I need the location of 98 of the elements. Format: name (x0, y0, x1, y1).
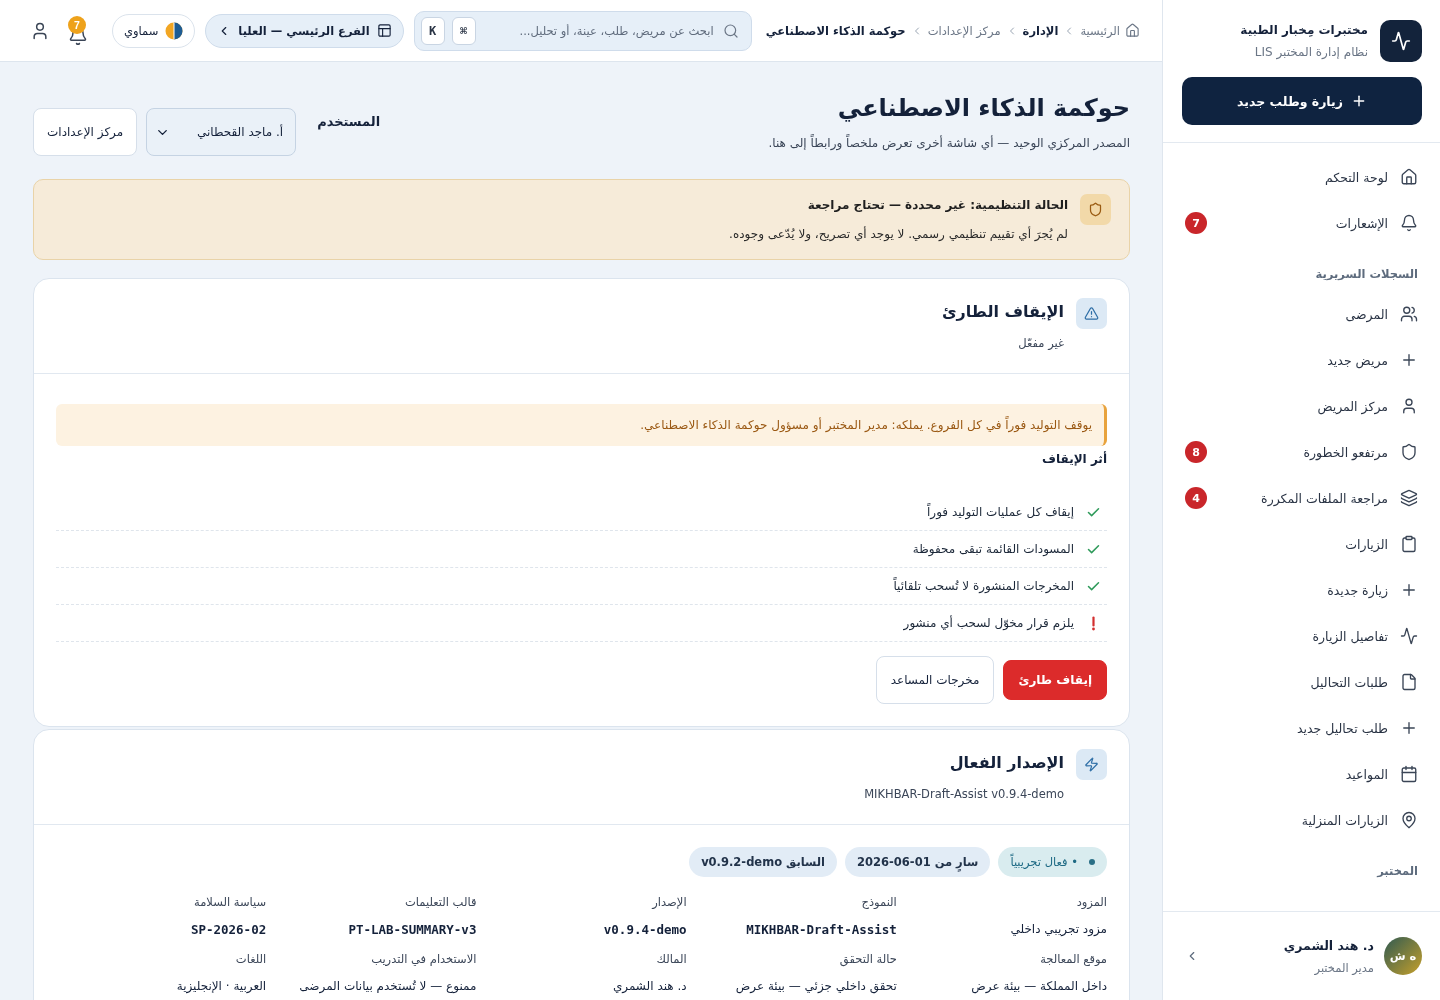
shield-icon (1080, 194, 1111, 225)
user-select[interactable]: أ. ماجد القحطاني (146, 108, 297, 156)
pulse-icon (1400, 627, 1418, 645)
count-badge: 4 (1185, 487, 1207, 509)
brand-subtitle: نظام إدارة المختبر LIS (1253, 45, 1368, 59)
card-subtitle: MIKHBAR-Draft-Assist v0.9.4-demo (864, 787, 1064, 801)
nav-link[interactable]: المواعيد (1163, 751, 1440, 797)
emergency-stop-button[interactable]: إيقاف طارئ (1003, 660, 1107, 700)
field-label: النموذج (861, 895, 897, 909)
field-value: v0.9.4-demo (603, 922, 687, 937)
nav-link[interactable]: زيارة جديدة (1163, 567, 1440, 613)
effect-text: المسودات القائمة تبقى محفوظة (912, 542, 1074, 556)
nav-link[interactable]: مريض جديد (1163, 337, 1440, 383)
field-label: الاستخدام في التدريب (371, 952, 477, 966)
breadcrumb-link[interactable]: مركز الإعدادات (927, 23, 1001, 38)
info-tag: سارٍ من 01-06-2026 (845, 847, 991, 877)
nav-link[interactable]: الزيارات المنزلية (1163, 797, 1440, 843)
field-value: داخل المملكة — بيئة عرض (971, 979, 1107, 993)
layout-icon (376, 23, 392, 38)
assistant-outputs-button[interactable]: مخرجات المساعد (875, 656, 995, 704)
field-label: المزود (1076, 895, 1107, 909)
alert-title: الحالة التنظيمية: غير محددة — تحتاج مراجعة (806, 198, 1068, 212)
pulse-logo-icon (1380, 20, 1422, 62)
nav-link[interactable]: الزيارات (1163, 521, 1440, 567)
field-value: مزود تجريبي داخلي (1010, 922, 1107, 936)
field-value: ممنوع — لا تُستخدم بيانات المرضى (299, 979, 477, 993)
notification-badge: 7 (68, 15, 86, 34)
field-value: د. هند الشمري (612, 979, 687, 993)
nav-link[interactable]: طلب تحاليل جديد (1163, 705, 1440, 751)
home-icon (1125, 23, 1140, 38)
lightning-icon (1076, 749, 1107, 780)
page-subtitle: المصدر المركزي الوحيد — أي شاشة أخرى تعرض ملخصاً ورابطاً إلى هنا. (768, 136, 1130, 150)
nav-link[interactable]: تفاصيل الزيارة (1163, 613, 1440, 659)
file-icon (1400, 673, 1418, 691)
home-icon (1400, 168, 1418, 186)
breadcrumb-link[interactable]: الرئيسية (1080, 23, 1140, 38)
clipboard-icon (1400, 535, 1418, 553)
user-icon (1400, 397, 1418, 415)
effect-text: إيقاف كل عمليات التوليد فوراً (927, 505, 1074, 519)
nav-link[interactable]: مركز المريض (1163, 383, 1440, 429)
user-icon (30, 20, 50, 41)
field-label: قالب التعليمات (404, 895, 477, 909)
alert-text: لم يُجرَ أي تقييم تنظيمي رسمي. لا يوجد أي تصريح، ولا يُدّعى وجوده. (729, 227, 1068, 241)
nav-link[interactable]: المرضى (1163, 291, 1440, 337)
effect-text: المخرجات المنشورة لا تُسحب تلقائياً (893, 579, 1074, 593)
tag-label: • فعال تجريبياً (1010, 855, 1078, 869)
breadcrumb-link[interactable]: الإدارة (1022, 23, 1059, 38)
page-title: حوكمة الذكاء الاصطناعي (836, 94, 1130, 122)
user-avatar: ه ش (1384, 937, 1422, 975)
field-label: سياسة السلامة (194, 895, 267, 909)
status-dot-icon (1089, 859, 1095, 865)
brand-title: مختبرات مِخبار الطبية (1240, 23, 1368, 37)
shortcut-key: K (420, 16, 445, 45)
field-label: اللغات (235, 952, 267, 966)
nav-section-heading: المختبر (1375, 863, 1419, 880)
bell-icon (1400, 214, 1418, 232)
plus-icon (1400, 581, 1418, 599)
section-title: أثر الإيقاف (1041, 452, 1107, 466)
warning-icon (1076, 298, 1107, 329)
field-value: PT-LAB-SUMMARY-v3 (348, 922, 477, 937)
branch-selector[interactable]: الفرع الرئيسي — العليا (205, 13, 404, 48)
field-label: موقع المعالجة (1040, 952, 1107, 966)
theme-button[interactable]: سماوي (112, 13, 196, 48)
nav-link[interactable]: لوحة التحكم (1163, 154, 1440, 200)
new-visit-button[interactable]: زيارة وطلب جديد (1182, 77, 1422, 125)
search-icon (722, 22, 739, 39)
nav-section-heading: السجلات السريرية (1314, 266, 1419, 283)
half-circle-icon (165, 21, 184, 40)
map-pin-icon (1400, 811, 1418, 829)
field-label: المالك (656, 952, 687, 966)
search-input[interactable]: ابحث عن مريض، طلب، عينة، أو تحليل... (482, 22, 716, 39)
field-label: حالة التحقق (839, 952, 897, 966)
plus-icon (1400, 351, 1418, 369)
field-value: SP-2026-02 (190, 922, 267, 937)
card-title: الإصدار الفعال (948, 753, 1064, 772)
field-value: MIKHBAR-Draft-Assist (746, 922, 897, 937)
user-role: مدير المختبر (1313, 960, 1374, 975)
count-badge: 7 (1185, 212, 1207, 234)
warning-notice: يوقف التوليد فوراً في كل الفروع. يملكه: مدير المختبر أو مسؤول حوكمة الذكاء الاصطناعي. (56, 404, 1107, 446)
user-name: د. هند الشمري (1283, 937, 1374, 953)
layers-icon (1400, 489, 1418, 507)
field-value: العربية · الإنجليزية (176, 979, 267, 993)
shortcut-key: ⌘ (451, 16, 476, 45)
card-subtitle: غير مفعّل (1017, 336, 1064, 350)
shield-icon (1400, 443, 1418, 461)
users-icon (1400, 305, 1418, 323)
plus-icon (1400, 719, 1418, 737)
count-badge: 8 (1185, 441, 1207, 463)
field-label: الإصدار (652, 895, 687, 909)
breadcrumb-current[interactable]: حوكمة الذكاء الاصطناعي (765, 23, 906, 38)
nav-link[interactable]: طلبات التحاليل (1163, 659, 1440, 705)
field-value: تحقق داخلي جزئي — بيئة عرض (735, 979, 897, 993)
field-label: المستخدم (317, 113, 381, 129)
settings-center-button[interactable]: مركز الإعدادات (33, 108, 138, 156)
effect-text: يلزم قرار مخوّل لسحب أي منشور (903, 616, 1074, 630)
card-title: الإيقاف الطارئ (941, 302, 1064, 321)
info-tag: السابق v0.9.2-demo (689, 847, 838, 877)
calendar-icon (1400, 765, 1418, 783)
